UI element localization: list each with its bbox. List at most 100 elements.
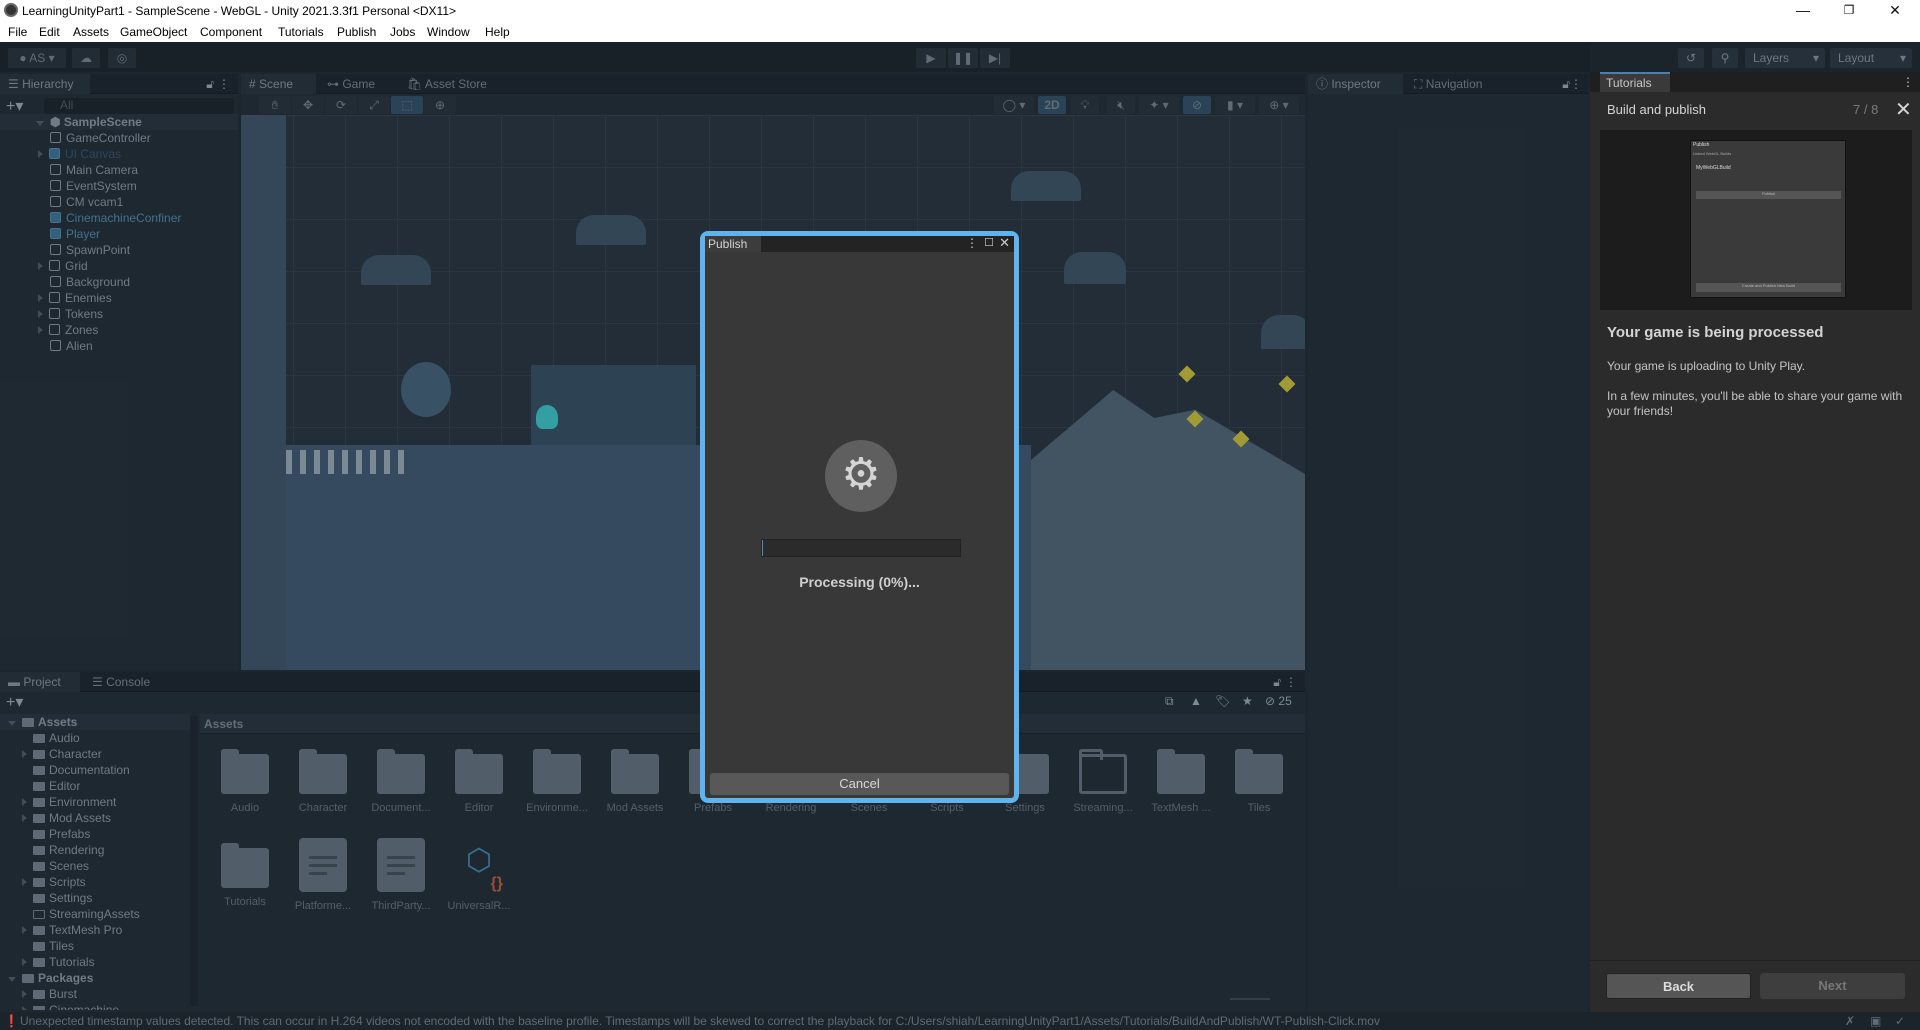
search-icon[interactable]: ⚲ — [1712, 48, 1738, 68]
search-by-type-icon[interactable]: ⧉ — [1165, 694, 1174, 709]
tab-inspector[interactable]: ⓘ Inspector — [1308, 74, 1403, 94]
more-icon[interactable]: ⋮ — [1902, 75, 1914, 89]
toggle-2d-button[interactable]: 2D — [1038, 96, 1066, 114]
project-tree-item[interactable]: Character — [0, 746, 190, 762]
play-button[interactable]: ▶ — [916, 48, 946, 68]
asset-item[interactable]: Environme... — [517, 744, 597, 814]
expand-arrow-icon[interactable] — [8, 721, 16, 726]
lock-icon[interactable]: 🔓︎ — [1273, 675, 1281, 690]
project-tree-item[interactable]: TextMesh Pro — [0, 922, 190, 938]
tab-navigation[interactable]: ⛶ Navigation — [1406, 74, 1506, 94]
asset-item[interactable]: Document... — [361, 744, 441, 814]
add-button[interactable]: +▾ — [6, 96, 23, 116]
project-tree-item[interactable]: Scripts — [0, 874, 190, 890]
layout-dropdown[interactable]: Layout ▾ — [1830, 48, 1912, 68]
expand-arrow-icon[interactable] — [8, 977, 16, 982]
maximize-icon[interactable]: ☐ — [984, 236, 994, 249]
camera-dropdown[interactable]: ▮ ▾ — [1215, 96, 1255, 114]
maximize-button[interactable]: ❐ — [1826, 0, 1872, 22]
lock-icon[interactable]: 🔓︎ — [206, 77, 214, 92]
expand-arrow-icon[interactable] — [38, 262, 43, 270]
asset-item[interactable]: Tiles — [1219, 744, 1299, 814]
rotate-tool-icon[interactable]: ⟳ — [325, 96, 357, 114]
tab-tutorials[interactable]: Tutorials — [1600, 72, 1670, 92]
minimize-button[interactable]: — — [1780, 0, 1826, 22]
layers-dropdown[interactable]: Layers ▾ — [1745, 48, 1825, 68]
scene-root[interactable]: ⬢ SampleScene — [0, 114, 238, 130]
close-window-button[interactable]: ✕ — [1872, 0, 1918, 22]
visibility-icon[interactable]: ⊘ — [1183, 96, 1211, 114]
asset-item[interactable]: ThirdParty... — [361, 838, 441, 912]
debug-icon[interactable]: ✗ — [1845, 1012, 1855, 1030]
history-icon[interactable]: ↺ — [1678, 48, 1704, 68]
audio-icon[interactable]: 🔇︎ — [1107, 96, 1135, 114]
hierarchy-item[interactable]: SpawnPoint — [0, 242, 238, 258]
hierarchy-item[interactable]: EventSystem — [0, 178, 238, 194]
expand-arrow-icon[interactable] — [22, 958, 27, 966]
expand-arrow-icon[interactable] — [22, 750, 27, 758]
asset-item[interactable]: Mod Assets — [595, 744, 675, 814]
menu-help[interactable]: Help — [485, 25, 510, 39]
tab-game[interactable]: ⊶ Game — [319, 74, 394, 94]
project-tree-item[interactable]: Scenes — [0, 858, 190, 874]
asset-item[interactable]: Audio — [205, 744, 285, 814]
menu-assets[interactable]: Assets — [73, 25, 109, 39]
zoom-slider[interactable] — [1230, 998, 1270, 1000]
menu-gameobject[interactable]: GameObject — [120, 25, 187, 39]
expand-arrow-icon[interactable] — [38, 326, 43, 334]
pause-button[interactable]: ❚❚ — [948, 48, 978, 68]
project-tree-item[interactable]: Tutorials — [0, 954, 190, 970]
tab-scene[interactable]: # Scene — [241, 74, 316, 94]
hierarchy-search-input[interactable]: All — [44, 98, 234, 114]
expand-arrow-icon[interactable] — [22, 798, 27, 806]
transform-tool-icon[interactable]: ⊕ — [424, 96, 456, 114]
menu-tutorials[interactable]: Tutorials — [278, 25, 324, 39]
project-tree-item[interactable]: Burst — [0, 986, 190, 1002]
menu-jobs[interactable]: Jobs — [390, 25, 415, 39]
hand-tool-icon[interactable]: ✋︎ — [259, 96, 291, 114]
menu-edit[interactable]: Edit — [39, 25, 60, 39]
collab-icon[interactable]: ◎ — [108, 48, 136, 68]
scale-tool-icon[interactable]: ⤢ — [358, 96, 390, 114]
menu-file[interactable]: File — [8, 25, 27, 39]
next-button[interactable]: Next — [1760, 973, 1905, 999]
project-tree-item[interactable]: Mod Assets — [0, 810, 190, 826]
asset-item[interactable]: Tutorials — [205, 838, 285, 908]
menu-window[interactable]: Window — [427, 25, 470, 39]
hierarchy-item[interactable]: Main Camera — [0, 162, 238, 178]
hierarchy-item[interactable]: Tokens — [0, 306, 238, 322]
hierarchy-item[interactable]: CM vcam1 — [0, 194, 238, 210]
expand-arrow-icon[interactable] — [22, 1006, 27, 1010]
check-icon[interactable]: ✓ — [1895, 1012, 1905, 1030]
expand-arrow-icon[interactable] — [22, 990, 27, 998]
move-tool-icon[interactable]: ✥ — [292, 96, 324, 114]
more-icon[interactable]: ⋮ — [1285, 675, 1297, 689]
menu-component[interactable]: Component — [200, 25, 262, 39]
hierarchy-item[interactable]: UI Canvas — [0, 146, 238, 162]
hierarchy-item[interactable]: Background — [0, 274, 238, 290]
project-tree-item[interactable]: Assets — [0, 714, 190, 730]
shading-mode-dropdown[interactable]: ◯ ▾ — [994, 96, 1034, 114]
tab-hierarchy[interactable]: ☰ Hierarchy — [0, 74, 90, 94]
effects-dropdown[interactable]: ✦ ▾ — [1139, 96, 1179, 114]
hierarchy-item[interactable]: GameController — [0, 130, 238, 146]
hierarchy-item[interactable]: Player — [0, 226, 238, 242]
back-button[interactable]: Back — [1606, 973, 1751, 999]
publish-tab[interactable]: Publish — [705, 236, 761, 252]
project-tree-item[interactable]: Audio — [0, 730, 190, 746]
asset-item[interactable]: TextMesh ... — [1141, 744, 1221, 814]
expand-arrow-icon[interactable] — [22, 926, 27, 934]
expand-arrow-icon[interactable] — [38, 150, 43, 158]
asset-item[interactable]: Streaming... — [1063, 744, 1143, 814]
hidden-packages-toggle[interactable]: ⊘ 25 — [1265, 694, 1292, 708]
collab-status-icon[interactable]: ▣ — [1870, 1012, 1881, 1030]
lighting-icon[interactable]: 💡︎ — [1071, 96, 1099, 114]
status-message[interactable]: Unexpected timestamp values detected. Th… — [20, 1012, 1380, 1030]
more-icon[interactable]: ⋮ — [966, 236, 978, 250]
menu-publish[interactable]: Publish — [337, 25, 376, 39]
expand-arrow-icon[interactable] — [22, 814, 27, 822]
hierarchy-item[interactable]: Zones — [0, 322, 238, 338]
tab-project[interactable]: ▬ Project — [0, 672, 80, 692]
project-tree-item[interactable]: Prefabs — [0, 826, 190, 842]
gizmos-dropdown[interactable]: ⊕ ▾ — [1259, 96, 1299, 114]
